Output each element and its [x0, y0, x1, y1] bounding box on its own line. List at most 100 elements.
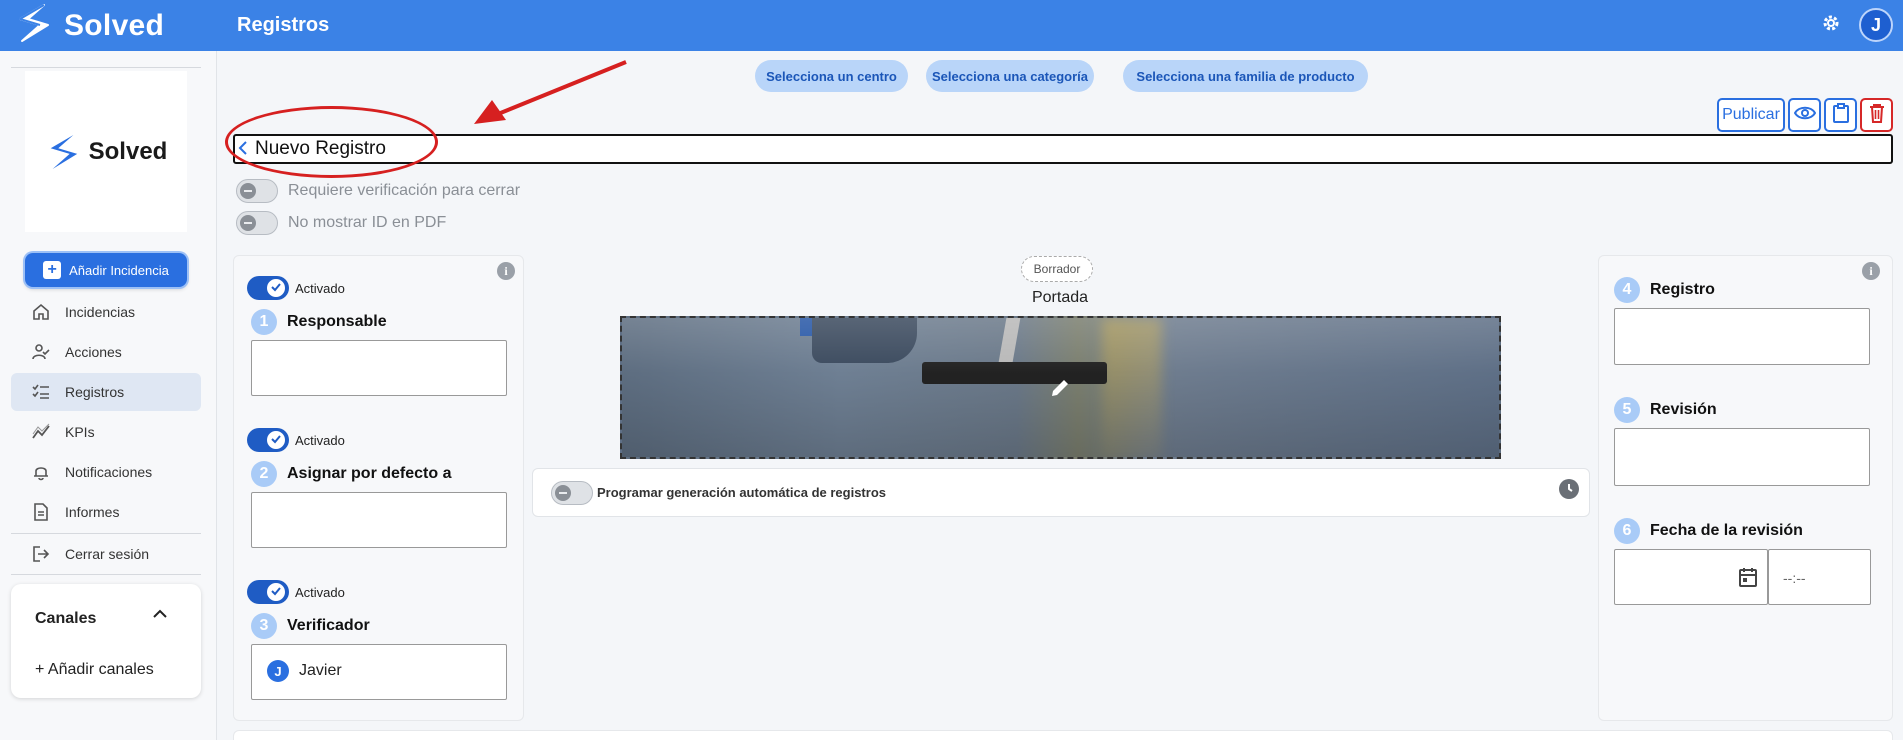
- sidebar-item-label: Notificaciones: [65, 464, 153, 480]
- sidebar-item-label: KPIs: [65, 424, 95, 440]
- step-label: Verificador: [287, 617, 370, 634]
- info-icon[interactable]: i: [497, 262, 515, 280]
- activated-label: Activado: [295, 584, 345, 600]
- document-icon: [31, 502, 51, 522]
- status-badge: Borrador: [1021, 256, 1093, 282]
- logout-icon: [31, 544, 51, 564]
- home-icon: [31, 302, 51, 322]
- toggle-switch[interactable]: [236, 211, 278, 235]
- user-check-icon: [31, 342, 51, 362]
- clipboard-icon: [1832, 102, 1849, 128]
- assign-default-activated-toggle[interactable]: Activado: [247, 428, 345, 452]
- time-placeholder: --:--: [1783, 570, 1806, 586]
- sidebar-item-label: Informes: [65, 504, 120, 520]
- calendar-icon[interactable]: [1739, 567, 1757, 592]
- step-label: Asignar por defecto a: [287, 465, 452, 482]
- require-verification-toggle[interactable]: Requiere verificación para cerrar: [236, 179, 520, 203]
- bell-icon: [31, 462, 51, 482]
- step-label: Revisión: [1650, 401, 1717, 418]
- step-number: 1: [251, 309, 277, 335]
- brand[interactable]: Solved: [0, 3, 217, 48]
- step-assign-default: 2 Asignar por defecto a: [251, 461, 451, 487]
- step-number: 6: [1614, 518, 1640, 544]
- add-channels-link[interactable]: + Añadir canales: [35, 661, 154, 679]
- sidebar-item-label: Cerrar sesión: [65, 546, 150, 562]
- user-avatar[interactable]: J: [1859, 8, 1893, 42]
- activated-label: Activado: [295, 432, 345, 448]
- add-incident-label: Añadir Incidencia: [69, 262, 169, 278]
- company-logo: Solved: [25, 71, 187, 232]
- select-center-chip[interactable]: Selecciona un centro: [755, 60, 908, 92]
- schedule-card: Programar generación automática de regis…: [532, 468, 1590, 517]
- toggle-switch[interactable]: [236, 179, 278, 203]
- step-label: Responsable: [287, 313, 387, 330]
- annotation-arrow-icon: [470, 58, 630, 133]
- step-number: 2: [251, 461, 277, 487]
- sidebar: Solved + Añadir Incidencia Incidencias A…: [0, 51, 217, 740]
- clipboard-button[interactable]: [1824, 98, 1857, 132]
- info-icon[interactable]: i: [1862, 262, 1880, 280]
- publish-button[interactable]: Publicar: [1717, 98, 1785, 132]
- step-number: 3: [251, 613, 277, 639]
- sidebar-item-kpis[interactable]: KPIs: [11, 413, 201, 451]
- sidebar-item-label: Registros: [65, 384, 125, 400]
- channels-card: Canales + Añadir canales: [11, 584, 201, 698]
- assign-default-field[interactable]: [251, 492, 507, 548]
- step-number: 5: [1614, 397, 1640, 423]
- verifier-user-chip[interactable]: J Javier: [267, 660, 342, 682]
- step-review-date: 6 Fecha de la revisión: [1614, 518, 1803, 544]
- revision-field[interactable]: [1614, 428, 1870, 486]
- step-responsable: 1 Responsable: [251, 309, 387, 335]
- checklist-icon: [31, 382, 51, 402]
- user-avatar: J: [267, 660, 289, 682]
- annotation-ellipse: [225, 106, 438, 178]
- divider: [11, 574, 201, 575]
- chevron-up-icon[interactable]: [153, 606, 167, 624]
- top-app-bar: Solved Registros J: [0, 0, 1903, 51]
- sidebar-item-cerrar-sesion[interactable]: Cerrar sesión: [11, 535, 201, 573]
- hide-id-pdf-toggle[interactable]: No mostrar ID en PDF: [236, 211, 446, 235]
- divider: [11, 67, 201, 68]
- verifier-activated-toggle[interactable]: Activado: [247, 580, 345, 604]
- schedule-toggle[interactable]: [551, 481, 593, 505]
- step-registro: 4 Registro: [1614, 277, 1715, 303]
- registro-field[interactable]: [1614, 308, 1870, 365]
- toggle-switch[interactable]: [247, 428, 289, 452]
- eye-icon: [1793, 106, 1816, 125]
- delete-button[interactable]: [1860, 98, 1893, 132]
- sidebar-item-incidencias[interactable]: Incidencias: [11, 293, 201, 331]
- edit-pencil-icon[interactable]: [1049, 377, 1071, 404]
- preview-button[interactable]: [1788, 98, 1821, 132]
- activated-label: Activado: [295, 280, 345, 296]
- responsable-activated-toggle[interactable]: Activado: [247, 276, 345, 300]
- solved-logo-icon: [50, 134, 77, 169]
- toggle-switch[interactable]: [247, 580, 289, 604]
- step-label: Registro: [1650, 281, 1715, 298]
- select-product-family-chip[interactable]: Selecciona una familia de producto: [1123, 60, 1368, 92]
- sidebar-item-acciones[interactable]: Acciones: [11, 333, 201, 371]
- cover-label: Portada: [1031, 289, 1089, 306]
- schedule-label: Programar generación automática de regis…: [597, 485, 886, 500]
- logo-text: Solved: [88, 137, 168, 165]
- channels-title: Canales: [35, 610, 97, 627]
- toggle-switch[interactable]: [247, 276, 289, 300]
- step-number: 4: [1614, 277, 1640, 303]
- sidebar-item-registros[interactable]: Registros: [11, 373, 201, 411]
- responsable-field[interactable]: [251, 340, 507, 396]
- page-title: Registros: [237, 14, 330, 36]
- require-verification-label: Requiere verificación para cerrar: [288, 182, 521, 199]
- step-verifier: 3 Verificador: [251, 613, 370, 639]
- select-category-chip[interactable]: Selecciona una categoría: [926, 60, 1094, 92]
- add-incident-button[interactable]: + Añadir Incidencia: [25, 253, 187, 287]
- verifier-name: Javier: [299, 662, 342, 679]
- bottom-panel: [233, 730, 1893, 740]
- step-revision: 5 Revisión: [1614, 397, 1717, 423]
- settings-gear-icon[interactable]: [1821, 13, 1841, 38]
- sidebar-item-notificaciones[interactable]: Notificaciones: [11, 453, 201, 491]
- record-title-input[interactable]: Nuevo Registro: [233, 134, 1893, 164]
- sidebar-item-informes[interactable]: Informes: [11, 493, 201, 531]
- brand-name: Solved: [64, 8, 165, 42]
- divider: [11, 533, 201, 534]
- clock-icon[interactable]: [1559, 479, 1579, 499]
- plus-icon: +: [43, 261, 62, 279]
